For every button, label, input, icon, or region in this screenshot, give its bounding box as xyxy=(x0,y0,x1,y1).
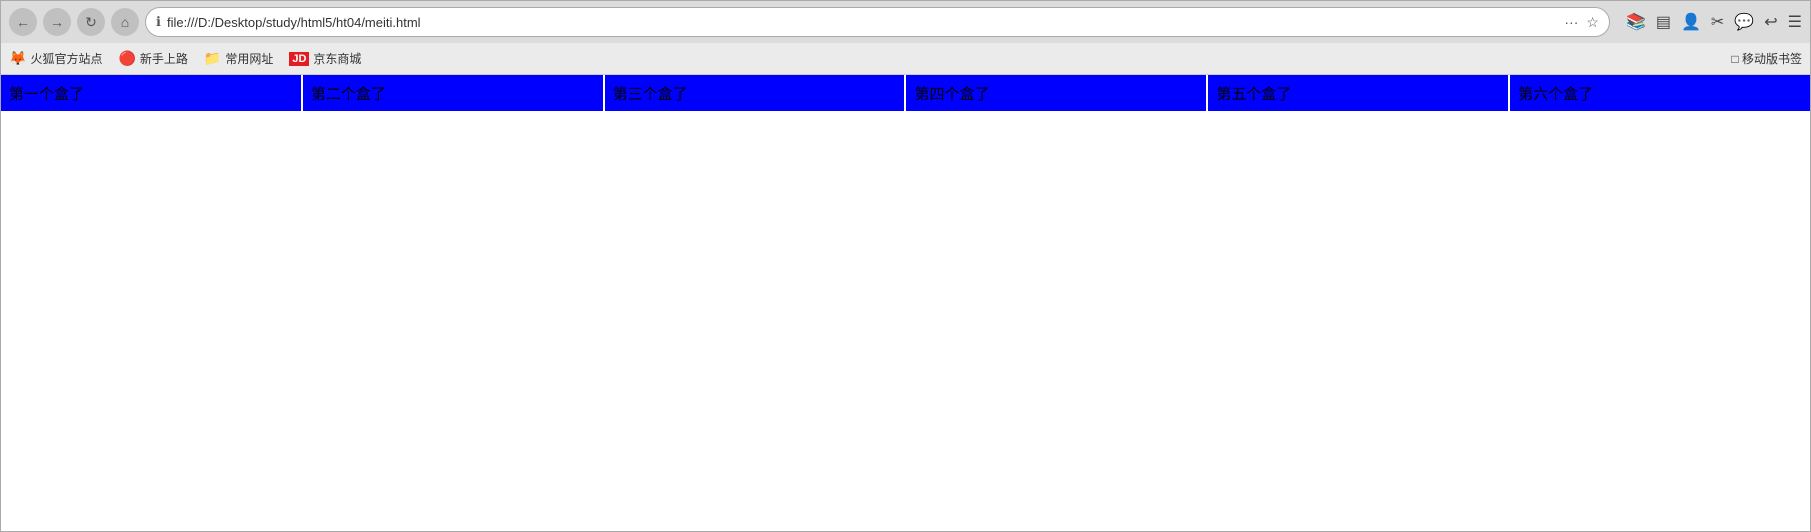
screenshot-icon[interactable]: ✂ xyxy=(1711,12,1724,32)
address-text: file:///D:/Desktop/study/html5/ht04/meit… xyxy=(167,15,1558,30)
boxes-row: 第一个盒了 第二个盒了 第三个盒了 第四个盒了 第五个盒了 第六个盒了 xyxy=(1,75,1810,111)
huhu-icon: 🦊 xyxy=(9,50,26,67)
box-3: 第三个盒了 xyxy=(605,75,907,111)
refresh-button[interactable]: ↻ xyxy=(77,8,105,36)
changyong-icon: 📁 xyxy=(204,50,221,67)
box-2-label: 第二个盒了 xyxy=(311,83,386,104)
xinshou-icon: 🔴 xyxy=(118,50,135,67)
undo-icon[interactable]: ↩ xyxy=(1764,12,1777,32)
box-5-label: 第五个盒了 xyxy=(1216,83,1291,104)
bookmark-changyong[interactable]: 📁 常用网址 xyxy=(204,50,273,67)
box-2: 第二个盒了 xyxy=(303,75,605,111)
profile-icon[interactable]: 👤 xyxy=(1681,12,1701,32)
box-3-label: 第三个盒了 xyxy=(613,83,688,104)
xinshou-label: 新手上路 xyxy=(140,50,188,67)
home-button[interactable]: ⌂ xyxy=(111,8,139,36)
browser-window: ← → ↻ ⌂ ℹ file:///D:/Desktop/study/html5… xyxy=(0,0,1811,532)
mobile-bookmarks[interactable]: □ 移动版书签 xyxy=(1731,50,1802,67)
address-actions: ··· ☆ xyxy=(1564,14,1599,31)
box-5: 第五个盒了 xyxy=(1208,75,1510,111)
star-icon[interactable]: ☆ xyxy=(1586,14,1599,31)
box-1: 第一个盒了 xyxy=(1,75,303,111)
page-body xyxy=(1,111,1810,531)
jd-icon: JD xyxy=(289,52,309,66)
box-6-label: 第六个盒了 xyxy=(1518,83,1593,104)
page-content: 第一个盒了 第二个盒了 第三个盒了 第四个盒了 第五个盒了 第六个盒了 xyxy=(1,75,1810,531)
bookmark-huhu[interactable]: 🦊 火狐官方站点 xyxy=(9,50,102,67)
jd-label: 京东商城 xyxy=(313,50,361,67)
title-bar: ← → ↻ ⌂ ℹ file:///D:/Desktop/study/html5… xyxy=(1,1,1810,43)
forward-button[interactable]: → xyxy=(43,8,71,36)
more-icon[interactable]: ··· xyxy=(1564,14,1578,30)
changyong-label: 常用网址 xyxy=(225,50,273,67)
chat-icon[interactable]: 💬 xyxy=(1734,12,1754,32)
box-4: 第四个盒了 xyxy=(906,75,1208,111)
back-button[interactable]: ← xyxy=(9,8,37,36)
bookmark-xinshou[interactable]: 🔴 新手上路 xyxy=(118,50,187,67)
sidebar-icon[interactable]: ▤ xyxy=(1656,12,1671,32)
huhu-label: 火狐官方站点 xyxy=(30,50,102,67)
box-1-label: 第一个盒了 xyxy=(9,83,84,104)
bookmarks-bar: 🦊 火狐官方站点 🔴 新手上路 📁 常用网址 JD 京东商城 □ 移动版书签 xyxy=(1,43,1810,75)
address-bar[interactable]: ℹ file:///D:/Desktop/study/html5/ht04/me… xyxy=(145,7,1610,37)
library-icon[interactable]: 📚 xyxy=(1626,12,1646,32)
bookmark-jd[interactable]: JD 京东商城 xyxy=(289,50,361,67)
box-6: 第六个盒了 xyxy=(1510,75,1810,111)
browser-right-icons: 📚 ▤ 👤 ✂ 💬 ↩ ☰ xyxy=(1626,12,1802,32)
menu-icon[interactable]: ☰ xyxy=(1788,12,1802,32)
box-4-label: 第四个盒了 xyxy=(914,83,989,104)
info-icon: ℹ xyxy=(156,14,161,30)
